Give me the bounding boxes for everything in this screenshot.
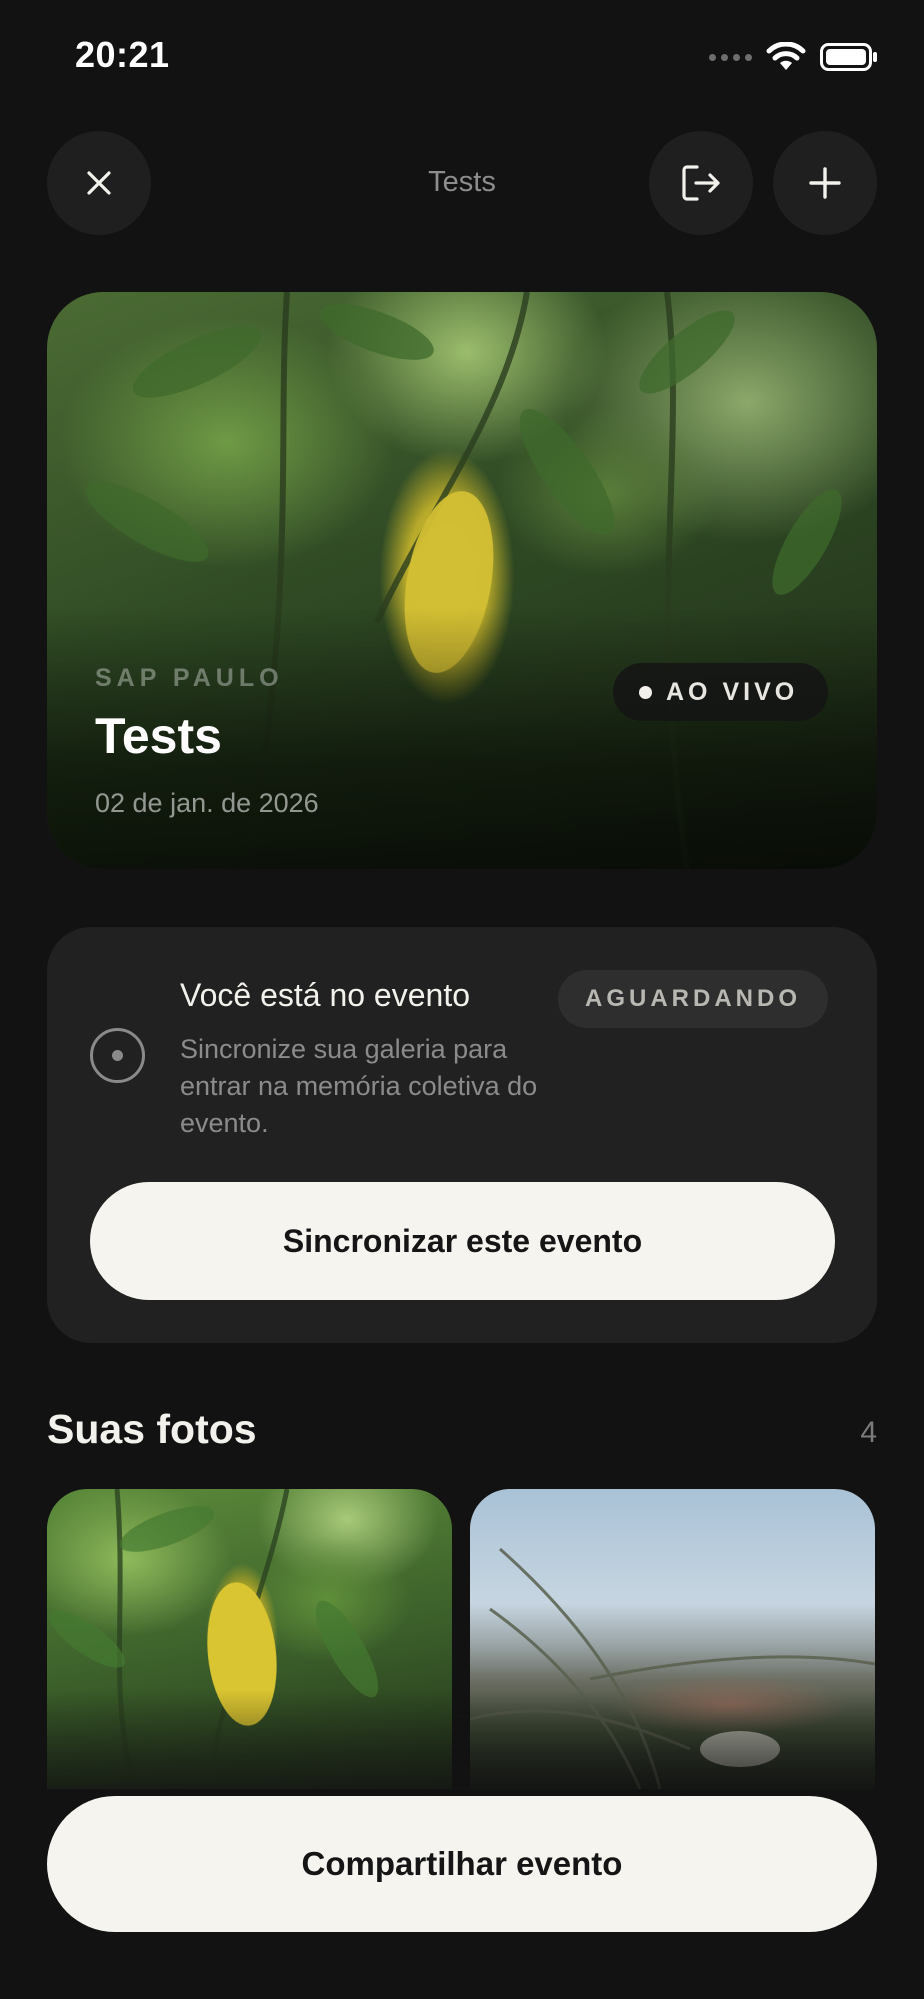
photos-fade-overlay bbox=[47, 1690, 877, 1800]
event-title: Tests bbox=[95, 708, 222, 764]
exit-icon bbox=[682, 165, 720, 201]
wifi-icon bbox=[766, 42, 806, 70]
live-dot-icon bbox=[639, 685, 652, 699]
battery-icon bbox=[820, 43, 877, 71]
status-time: 20:21 bbox=[75, 34, 170, 75]
event-date: 02 de jan. de 2026 bbox=[95, 788, 319, 818]
live-badge-label: AO VIVO bbox=[666, 677, 799, 706]
status-icons bbox=[709, 42, 878, 72]
status-badge: AGUARDANDO bbox=[558, 970, 828, 1028]
share-event-button[interactable]: Compartilhar evento bbox=[47, 1796, 877, 1932]
signal-dots-icon bbox=[709, 53, 752, 61]
event-card-title: Você está no evento bbox=[180, 977, 470, 1013]
sync-event-button[interactable]: Sincronizar este evento bbox=[90, 1182, 835, 1300]
plus-icon bbox=[809, 167, 841, 199]
add-button[interactable] bbox=[773, 131, 877, 235]
radio-icon bbox=[90, 1028, 145, 1083]
event-location: SAP PAULO bbox=[95, 664, 284, 692]
photos-section-title: Suas fotos bbox=[47, 1406, 257, 1452]
status-badge-label: AGUARDANDO bbox=[585, 985, 801, 1012]
live-badge: AO VIVO bbox=[613, 663, 829, 721]
exit-event-button[interactable] bbox=[649, 131, 753, 235]
event-hero-card[interactable]: SAP PAULO Tests 02 de jan. de 2026 AO VI… bbox=[47, 292, 877, 869]
event-card-description: Sincronize sua galeria para entrar na me… bbox=[180, 1034, 538, 1138]
photos-count: 4 bbox=[860, 1416, 877, 1449]
event-status-card: Você está no evento Sincronize sua galer… bbox=[47, 927, 877, 1343]
